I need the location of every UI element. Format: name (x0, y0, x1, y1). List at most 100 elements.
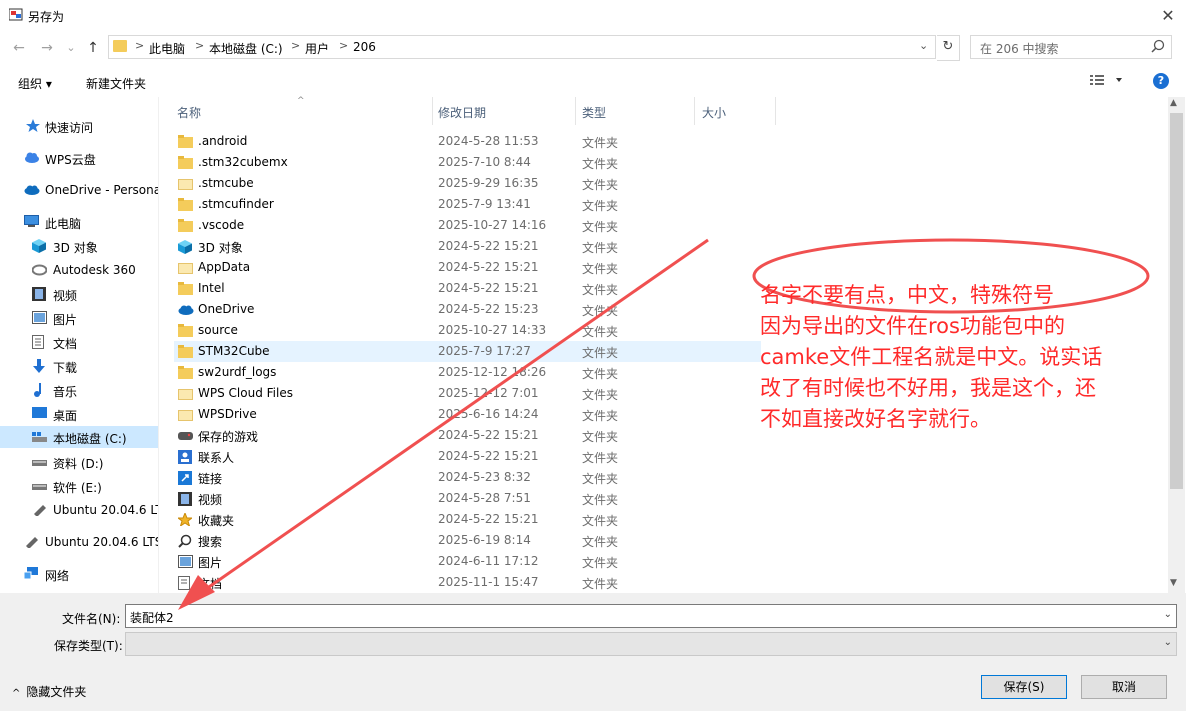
sidebar-item-music[interactable]: 音乐 (0, 379, 158, 401)
file-type: 文件夹 (582, 325, 619, 339)
file-row[interactable]: .stmcufinder 2025-7-9 13:41 文件夹 (174, 194, 1165, 215)
breadcrumb-users[interactable]: 用户 (305, 40, 329, 57)
file-row[interactable]: .stm32cubemx 2025-7-10 8:44 文件夹 (174, 152, 1165, 173)
sidebar-item-pictures[interactable]: 图片 (0, 307, 158, 329)
file-name: Intel (198, 281, 225, 295)
scroll-up-icon[interactable]: ▲ (1170, 98, 1177, 108)
sidebar-item-label: Ubuntu 20.04.6 LTS (45, 535, 158, 549)
drive-icon (32, 430, 47, 443)
document-icon (32, 335, 46, 349)
file-modified-date: 2024-5-28 11:53 (438, 134, 539, 148)
column-divider[interactable] (432, 97, 433, 125)
column-header-modified[interactable]: 修改日期 (438, 104, 486, 121)
folder-light-icon (178, 387, 193, 400)
search-icon[interactable] (1151, 39, 1165, 56)
file-modified-date: 2025-12-12 7:01 (438, 386, 539, 400)
file-row[interactable]: .android 2024-5-28 11:53 文件夹 (174, 131, 1165, 152)
sidebar-item-downloads[interactable]: 下载 (0, 355, 158, 377)
desktop-icon (32, 407, 47, 420)
usb-icon (32, 503, 46, 517)
game-icon (178, 429, 193, 442)
forward-button[interactable]: → (38, 40, 56, 56)
sidebar-item-ubuntu-1[interactable]: Ubuntu 20.04.6 LT (0, 499, 158, 521)
sidebar-item-network[interactable]: 网络 (0, 563, 158, 585)
sidebar-item-documents[interactable]: 文档 (0, 331, 158, 353)
file-row[interactable]: 链接 2024-5-23 8:32 文件夹 (174, 467, 1165, 488)
filename-input[interactable]: 装配体2 ⌄ (125, 604, 1177, 628)
file-row[interactable]: .vscode 2025-10-27 14:16 文件夹 (174, 215, 1165, 236)
scrollbar-thumb[interactable] (1170, 113, 1183, 489)
sidebar-item-label: 本地磁盘 (C:) (53, 432, 127, 446)
column-header-type[interactable]: 类型 (582, 104, 606, 121)
search-input[interactable]: 在 206 中搜索 (970, 35, 1172, 59)
sidebar-item-ubuntu-2[interactable]: Ubuntu 20.04.6 LTS (0, 531, 158, 553)
cancel-button[interactable]: 取消 (1081, 675, 1167, 699)
drive-icon (32, 479, 47, 492)
refresh-button[interactable]: ↻ (937, 35, 960, 61)
column-divider[interactable] (775, 97, 776, 125)
computer-icon (24, 215, 39, 228)
breadcrumb-206[interactable]: 206 (353, 40, 376, 54)
file-row[interactable]: 图片 2024-6-11 17:12 文件夹 (174, 551, 1165, 572)
file-type: 文件夹 (582, 136, 619, 150)
file-type: 文件夹 (582, 346, 619, 360)
sidebar-item-onedrive[interactable]: OneDrive - Persona (0, 179, 158, 201)
scroll-down-icon[interactable]: ▼ (1170, 578, 1177, 588)
chevron-up-icon: ^ (12, 688, 21, 699)
sidebar-item-quick-access[interactable]: 快速访问 (0, 115, 158, 137)
file-row[interactable]: STM32Cube 2025-7-9 17:27 文件夹 (174, 341, 761, 362)
address-bar[interactable]: > 此电脑 > 本地磁盘 (C:) > 用户 > 206 ⌄ (108, 35, 936, 59)
file-type: 文件夹 (582, 409, 619, 423)
sidebar-item-label: 图片 (53, 313, 78, 327)
file-row[interactable]: 搜索 2025-6-19 8:14 文件夹 (174, 530, 1165, 551)
music-icon (32, 383, 46, 397)
sidebar-item-this-pc[interactable]: 此电脑 (0, 211, 158, 233)
file-row[interactable]: AppData 2024-5-22 15:21 文件夹 (174, 257, 1165, 278)
file-modified-date: 2025-10-27 14:33 (438, 323, 547, 337)
column-divider[interactable] (575, 97, 576, 125)
view-options-icon[interactable] (1090, 73, 1124, 90)
save-button[interactable]: 保存(S) (981, 675, 1067, 699)
window-title: 另存为 (28, 10, 65, 24)
column-header-size[interactable]: 大小 (702, 104, 726, 121)
sidebar-item-wps-cloud[interactable]: WPS云盘 (0, 147, 158, 169)
column-header-name[interactable]: 名称 (177, 104, 201, 121)
sidebar-item-label: 视频 (53, 289, 78, 303)
organize-menu[interactable]: 组织 ▾ (18, 75, 52, 92)
chevron-down-icon[interactable]: ⌄ (1164, 637, 1172, 648)
sidebar-item-drive-e[interactable]: 软件 (E:) (0, 475, 158, 497)
file-name: 链接 (198, 472, 223, 486)
file-row[interactable]: 视频 2024-5-28 7:51 文件夹 (174, 488, 1165, 509)
file-type: 文件夹 (582, 283, 619, 297)
address-dropdown-icon[interactable]: ⌄ (919, 39, 928, 52)
file-row[interactable]: 联系人 2024-5-22 15:21 文件夹 (174, 446, 1165, 467)
new-folder-button[interactable]: 新建文件夹 (86, 75, 146, 92)
up-button[interactable]: ↑ (84, 40, 102, 56)
download-icon (32, 359, 46, 373)
help-icon[interactable]: ? (1153, 73, 1169, 89)
file-modified-date: 2025-7-10 8:44 (438, 155, 531, 169)
annotation-line: camke文件工程名就是中文。说实话 (760, 345, 1103, 369)
file-row[interactable]: 收藏夹 2024-5-22 15:21 文件夹 (174, 509, 1165, 530)
sidebar-item-local-disk-c[interactable]: 本地磁盘 (C:) (0, 426, 158, 448)
sidebar-item-drive-d[interactable]: 资料 (D:) (0, 451, 158, 473)
file-row[interactable]: 文档 2025-11-1 15:47 文件夹 (174, 572, 1165, 593)
file-name: 文档 (198, 577, 223, 591)
filetype-select[interactable]: ⌄ (125, 632, 1177, 656)
sidebar-item-videos[interactable]: 视频 (0, 283, 158, 305)
breadcrumb-this-pc[interactable]: 此电脑 (149, 40, 185, 57)
close-button[interactable]: ✕ (1158, 6, 1178, 26)
sidebar-item-3d-objects[interactable]: 3D 对象 (0, 235, 158, 257)
breadcrumb-local-disk[interactable]: 本地磁盘 (C:) (209, 40, 283, 57)
sidebar-item-autodesk[interactable]: Autodesk 360 (0, 259, 158, 281)
chevron-down-icon[interactable]: ⌄ (1164, 609, 1172, 620)
file-row[interactable]: .stmcube 2025-9-29 16:35 文件夹 (174, 173, 1165, 194)
sidebar-item-desktop[interactable]: 桌面 (0, 403, 158, 425)
recent-locations-button[interactable]: ⌄ (62, 40, 80, 56)
file-row[interactable]: 3D 对象 2024-5-22 15:21 文件夹 (174, 236, 1165, 257)
hide-folders-toggle[interactable]: ^ 隐藏文件夹 (12, 683, 86, 700)
search-icon (178, 534, 193, 548)
column-divider[interactable] (694, 97, 695, 125)
back-button[interactable]: ← (10, 40, 28, 56)
file-name: .stmcufinder (198, 197, 274, 211)
